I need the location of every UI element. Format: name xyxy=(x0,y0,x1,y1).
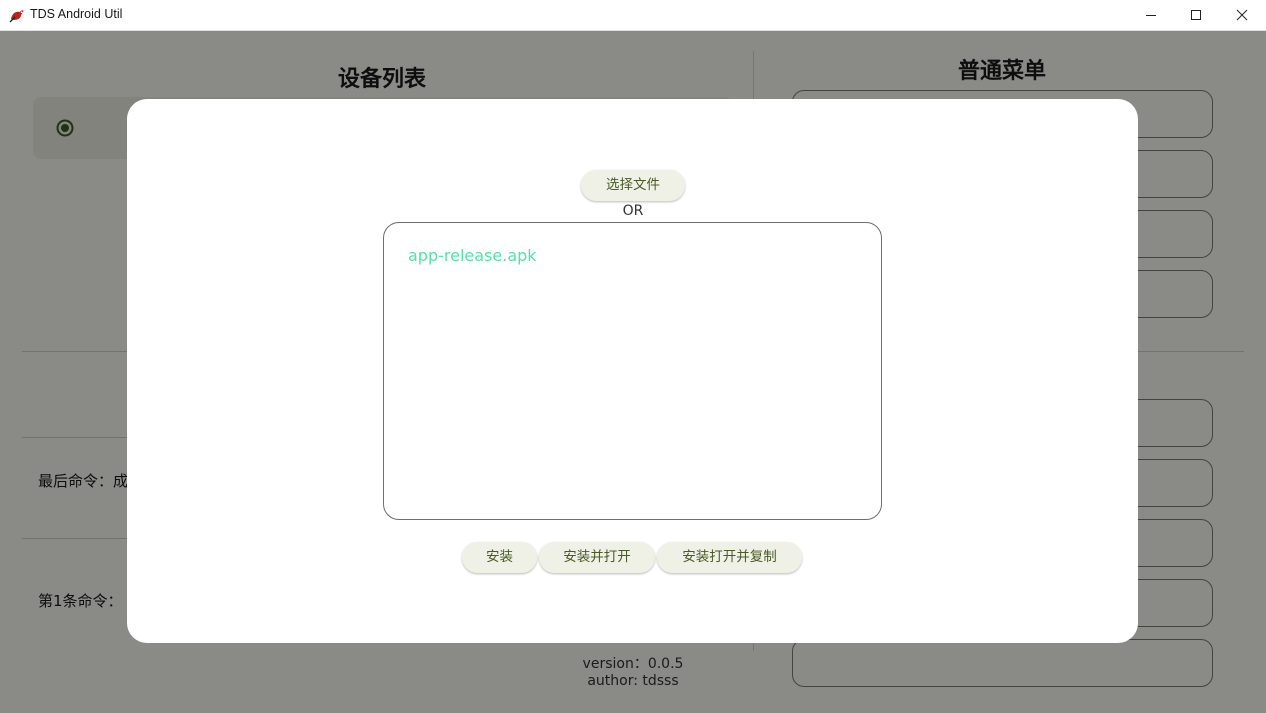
or-text: OR xyxy=(622,203,644,219)
choose-file-button[interactable]: 选择文件 xyxy=(581,170,685,201)
maximize-icon xyxy=(1191,10,1201,20)
minimize-icon xyxy=(1146,15,1156,16)
file-drop-area[interactable]: app-release.apk xyxy=(383,222,882,520)
close-icon xyxy=(1236,9,1248,21)
close-button[interactable] xyxy=(1219,0,1265,31)
minimize-button[interactable] xyxy=(1128,0,1174,31)
install-and-open-button[interactable]: 安装并打开 xyxy=(539,542,655,573)
selected-file-name: app-release.apk xyxy=(408,246,537,265)
maximize-button[interactable] xyxy=(1173,0,1219,31)
app-logo-icon xyxy=(9,10,24,23)
window-title: TDS Android Util xyxy=(30,7,123,21)
install-open-copy-button[interactable]: 安装打开并复制 xyxy=(657,542,802,573)
install-button[interactable]: 安装 xyxy=(462,542,537,573)
install-dialog: 选择文件 OR app-release.apk 安装 安装并打开 安装打开并复制 xyxy=(127,99,1138,643)
title-bar: TDS Android Util xyxy=(0,0,1266,31)
